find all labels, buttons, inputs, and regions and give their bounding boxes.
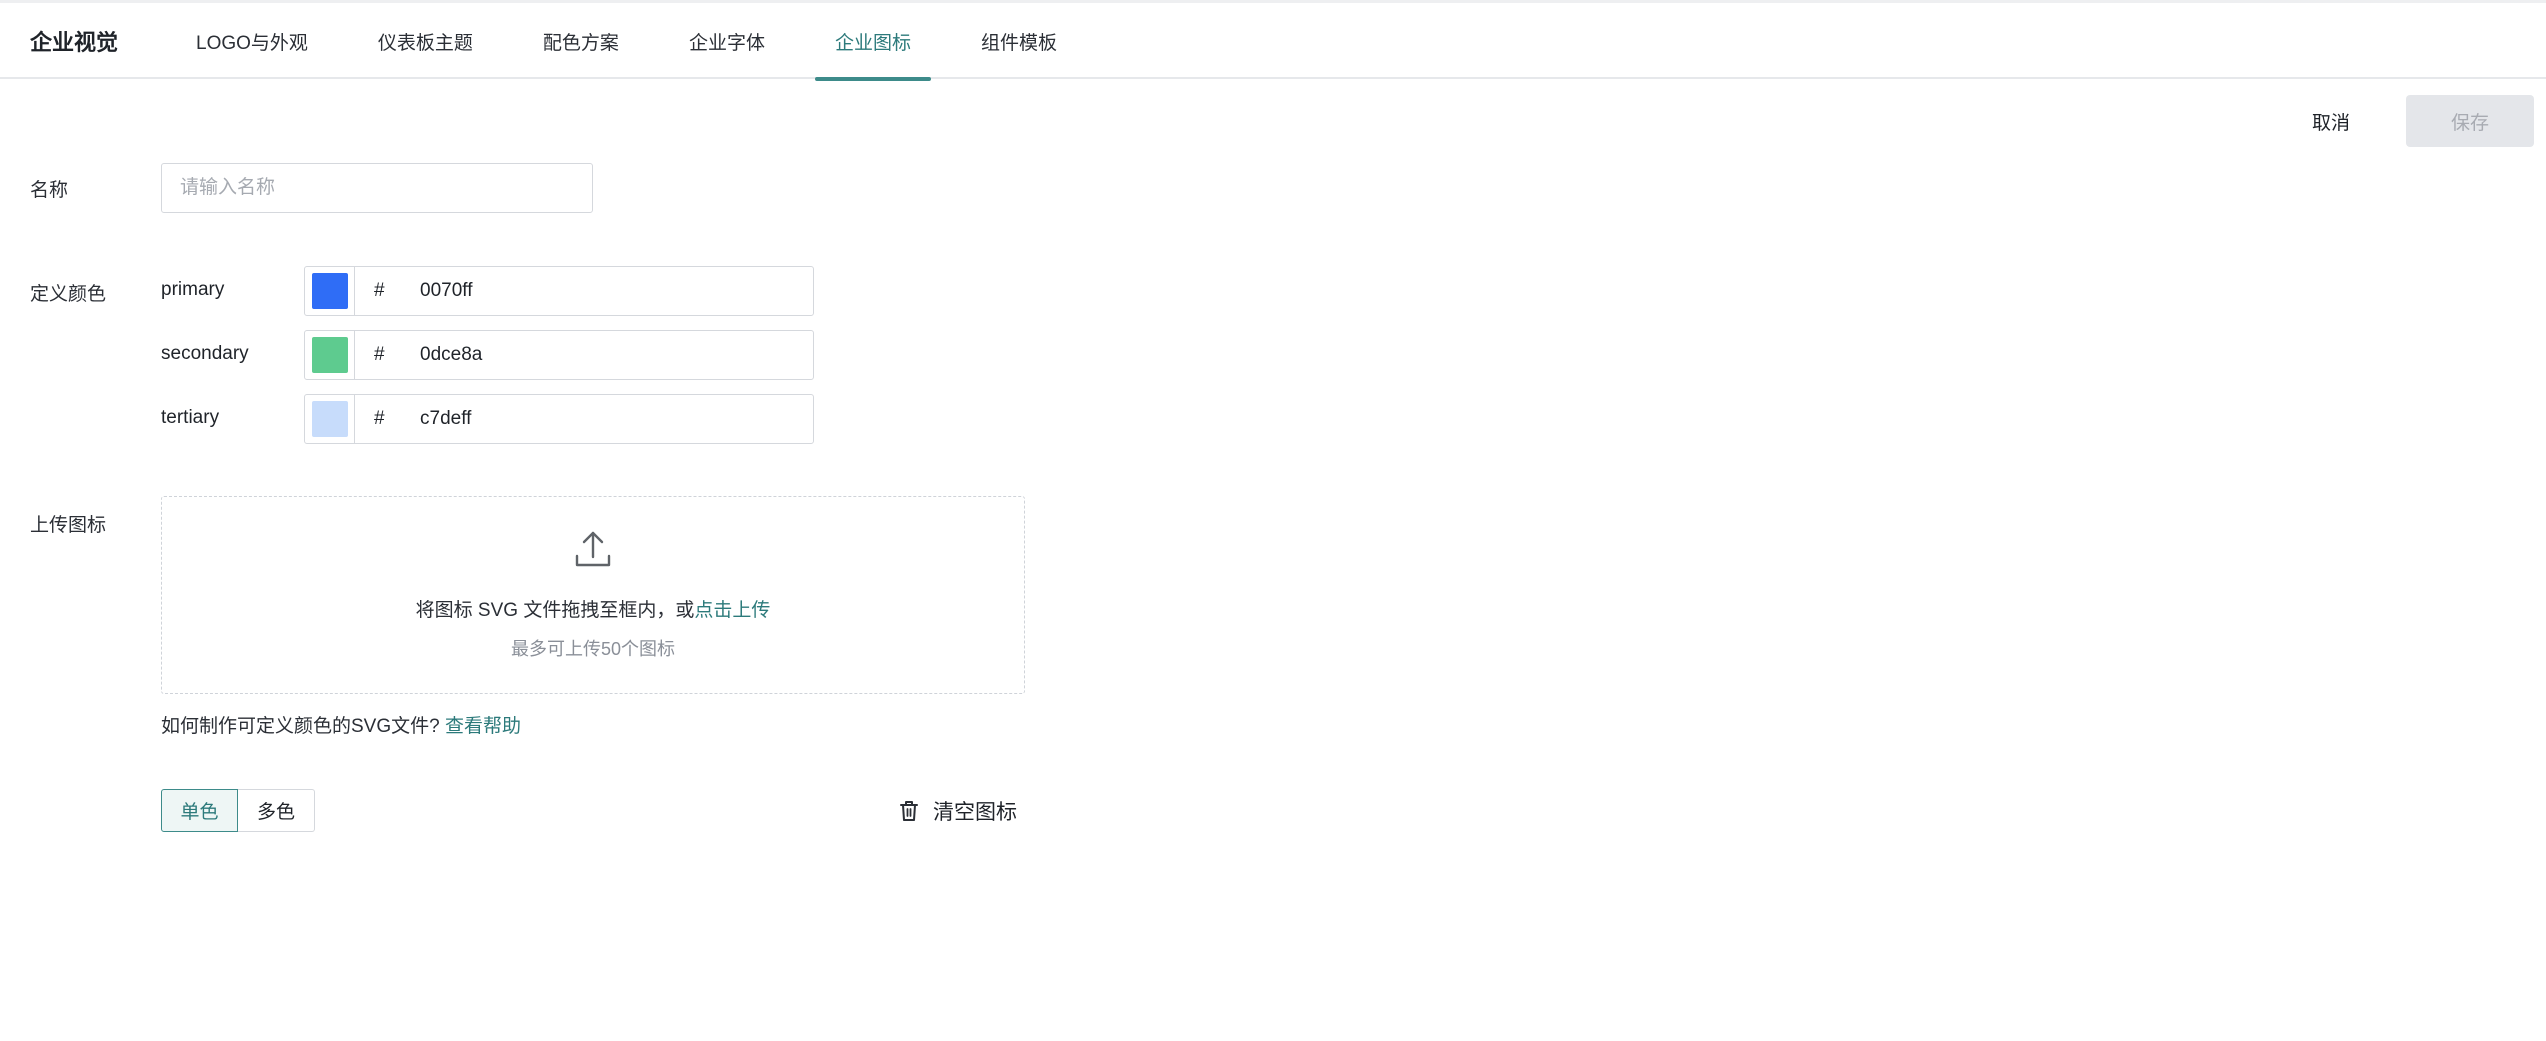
color-swatch	[311, 337, 348, 373]
clear-icons-button[interactable]: 清空图标	[899, 794, 1017, 828]
upload-icon	[575, 531, 611, 567]
upload-icons-label: 上传图标	[30, 515, 107, 536]
color-field: #	[304, 330, 814, 380]
upload-limit-hint: 最多可上传50个图标	[510, 639, 676, 659]
brand-title: 企业视觉	[30, 30, 119, 55]
color-swatch-button[interactable]	[305, 331, 355, 379]
color-name: primary	[161, 279, 225, 300]
color-field: #	[304, 266, 814, 316]
cancel-button[interactable]: 取消	[2292, 96, 2370, 146]
name-label: 名称	[30, 180, 69, 201]
tab-header: 企业视觉 LOGO与外观 仪表板主题 配色方案 企业字体 企业图标 组件模板	[0, 3, 2546, 81]
tab-dashboard-theme[interactable]: 仪表板主题	[358, 3, 493, 79]
color-mode-toggle: 单色 多色	[161, 789, 315, 832]
color-name: secondary	[161, 343, 249, 364]
save-button[interactable]: 保存	[2406, 95, 2534, 147]
color-swatch	[311, 273, 348, 309]
color-row-tertiary: tertiary #	[161, 394, 814, 444]
hash-symbol: #	[374, 408, 385, 429]
tab-enterprise-font[interactable]: 企业字体	[669, 3, 785, 79]
name-input[interactable]	[161, 163, 593, 213]
click-upload-link[interactable]: 点击上传	[694, 600, 770, 621]
tab-logo-appearance[interactable]: LOGO与外观	[176, 3, 328, 79]
color-field: #	[304, 394, 814, 444]
hex-input-primary[interactable]	[420, 275, 620, 307]
mode-multi-color[interactable]: 多色	[238, 789, 315, 832]
color-row-primary: primary #	[161, 266, 814, 316]
icon-dropzone[interactable]: 将图标 SVG 文件拖拽至框内，或点击上传 最多可上传50个图标	[161, 496, 1025, 694]
tab-component-templates[interactable]: 组件模板	[961, 3, 1077, 79]
tab-color-scheme[interactable]: 配色方案	[523, 3, 639, 79]
mode-single-color[interactable]: 单色	[161, 789, 238, 832]
color-swatch-button[interactable]	[305, 395, 355, 443]
hex-input-tertiary[interactable]	[420, 403, 620, 435]
hex-input-secondary[interactable]	[420, 339, 620, 371]
hash-symbol: #	[374, 344, 385, 365]
dropzone-instruction: 将图标 SVG 文件拖拽至框内，或点击上传	[162, 595, 1024, 622]
color-swatch	[311, 401, 348, 437]
dropzone-text: 将图标 SVG 文件拖拽至框内，或	[415, 600, 695, 621]
view-help-link[interactable]: 查看帮助	[445, 716, 521, 737]
svg-help-text: 如何制作可定义颜色的SVG文件?	[161, 716, 440, 737]
clear-icons-label: 清空图标	[933, 801, 1017, 824]
trash-icon	[900, 801, 918, 821]
tab-enterprise-icons[interactable]: 企业图标	[814, 3, 931, 81]
svg-help-line: 如何制作可定义颜色的SVG文件? 查看帮助	[161, 711, 521, 738]
color-row-secondary: secondary #	[161, 330, 814, 380]
tab-bar: LOGO与外观 仪表板主题 配色方案 企业字体 企业图标 组件模板	[176, 3, 1107, 81]
define-colors-label: 定义颜色	[30, 284, 107, 305]
color-name: tertiary	[161, 407, 220, 428]
color-swatch-button[interactable]	[305, 267, 355, 315]
hash-symbol: #	[374, 280, 385, 301]
